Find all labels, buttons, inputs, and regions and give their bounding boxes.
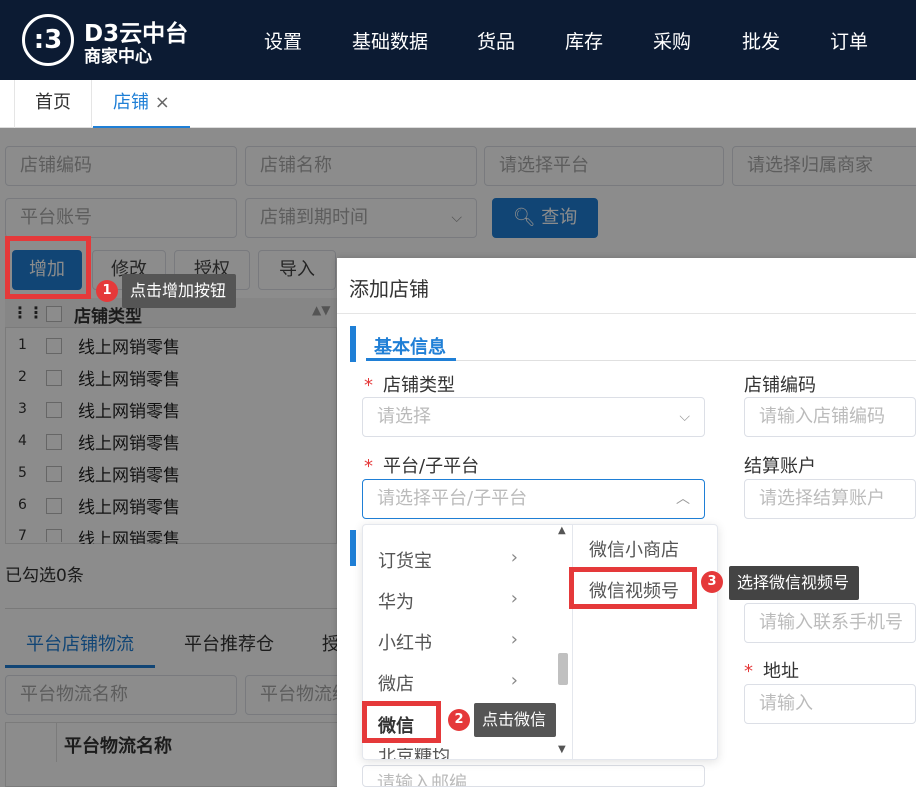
- annotation-tooltip: 点击微信: [474, 703, 557, 737]
- scroll-up-icon[interactable]: ▲: [558, 525, 566, 536]
- dropdown-item-weidian[interactable]: 微店 ›: [378, 670, 538, 696]
- nav-goods[interactable]: 货品: [477, 27, 515, 54]
- dropdown-item-label: 华为: [378, 592, 414, 613]
- nav-orders[interactable]: 订单: [830, 27, 868, 54]
- dropdown-item-xiaohongshu[interactable]: 小红书 ›: [378, 629, 538, 655]
- chevron-up-icon: ︿: [676, 491, 690, 507]
- shop-code-label: 店铺编码: [744, 375, 816, 396]
- close-icon[interactable]: ×: [155, 92, 170, 113]
- dropdown-item-label: 微店: [378, 674, 414, 695]
- chevron-down-icon: ⌵: [679, 409, 690, 425]
- divider: [456, 360, 916, 361]
- scroll-down-icon[interactable]: ▼: [558, 744, 566, 755]
- platform-label: * 平台/子平台: [364, 456, 480, 477]
- section-marker: [350, 326, 356, 362]
- platform-cascader[interactable]: 请选择平台/子平台 ︿: [362, 479, 705, 519]
- dropdown-item-huawei[interactable]: 华为 ›: [378, 588, 538, 614]
- highlight-add-button: [5, 236, 91, 299]
- divider: [572, 525, 573, 759]
- step-badge: 1: [96, 280, 118, 302]
- step-badge: 3: [701, 571, 723, 593]
- dropdown-item-weixin-shop[interactable]: 微信小商店: [589, 536, 679, 562]
- zipcode-input[interactable]: 请输入邮编: [362, 765, 705, 787]
- logo-icon: :3: [22, 14, 74, 66]
- section-title: 基本信息: [374, 337, 446, 358]
- nav-basic-data[interactable]: 基础数据: [352, 27, 428, 54]
- highlight-weixin-video: [569, 567, 697, 609]
- settle-account-select[interactable]: 请选择结算账户: [744, 479, 916, 519]
- platform-placeholder: 请选择平台/子平台: [377, 488, 528, 509]
- section-marker: [350, 530, 356, 566]
- step-badge: 2: [448, 709, 470, 731]
- nav-inventory[interactable]: 库存: [565, 27, 603, 54]
- dropdown-item-label: 订货宝: [378, 551, 432, 572]
- divider: [337, 313, 916, 314]
- dialog-title: 添加店铺: [349, 277, 429, 301]
- section-underline: [366, 358, 456, 361]
- shop-code-input[interactable]: 请输入店铺编码: [744, 397, 916, 437]
- highlight-weixin: [362, 701, 441, 743]
- logo-subtitle: 商家中心: [84, 47, 152, 67]
- nav-wholesale[interactable]: 批发: [742, 27, 780, 54]
- chevron-right-icon: ›: [510, 588, 518, 609]
- chevron-right-icon: ›: [510, 670, 518, 691]
- chevron-right-icon: ›: [510, 629, 518, 650]
- shop-type-select[interactable]: 请选择 ⌵: [362, 397, 705, 437]
- chevron-right-icon: ›: [510, 547, 518, 568]
- address-label: * 地址: [744, 661, 799, 682]
- nav-purchase[interactable]: 采购: [653, 27, 691, 54]
- tab-shop-label: 店铺: [113, 92, 149, 113]
- address-input[interactable]: 请输入: [744, 684, 916, 724]
- shop-type-placeholder: 请选择: [377, 406, 431, 427]
- scrollbar-thumb[interactable]: [558, 653, 568, 685]
- settle-account-label: 结算账户: [744, 456, 816, 477]
- annotation-tooltip: 选择微信视频号: [729, 566, 860, 600]
- annotation-tooltip: 点击增加按钮: [122, 274, 237, 308]
- nav-settings[interactable]: 设置: [264, 27, 302, 54]
- shop-type-label: * 店铺类型: [364, 375, 455, 396]
- dropdown-item-beijing[interactable]: 北京糖均: [378, 748, 538, 759]
- tab-home[interactable]: 首页: [14, 80, 92, 128]
- dropdown-item-dinghuobao[interactable]: 订货宝 ›: [378, 547, 538, 573]
- tab-shop[interactable]: 店铺 ×: [93, 80, 190, 128]
- dropdown-item-label: 小红书: [378, 633, 432, 654]
- phone-input[interactable]: 请输入联系手机号: [744, 603, 916, 643]
